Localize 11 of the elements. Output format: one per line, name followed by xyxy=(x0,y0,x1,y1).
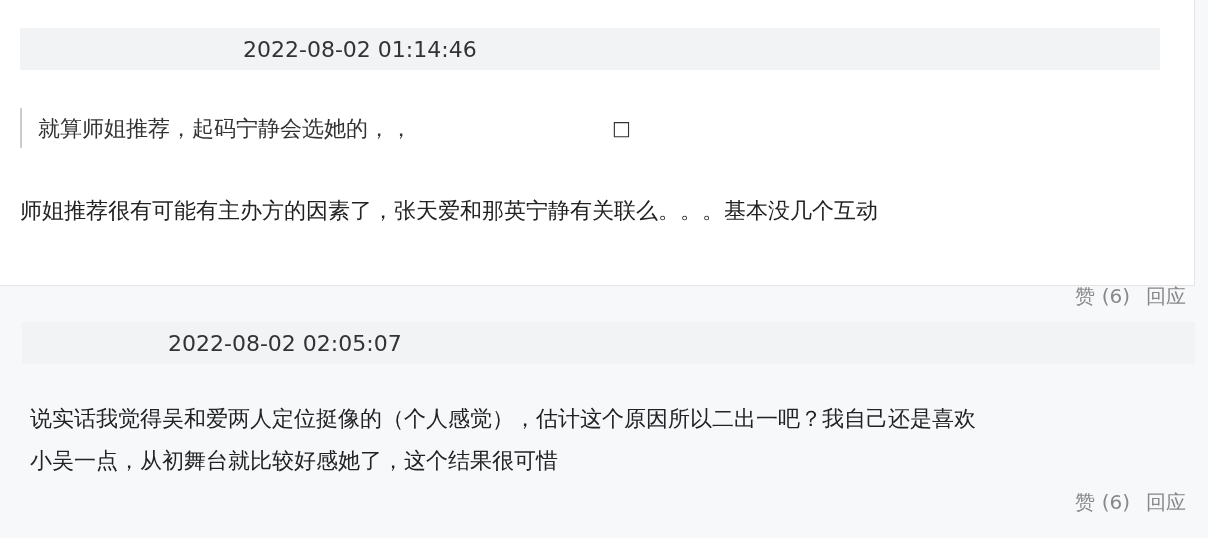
comment-text: 师姐推荐很有可能有主办方的因素了，张天爱和那英宁静有关联么。。。基本没几个互动 xyxy=(20,197,878,225)
quote-text: 就算师姐推荐，起码宁静会选她的，， xyxy=(38,114,412,143)
comment-text: 说实话我觉得吴和爱两人定位挺像的（个人感觉），估计这个原因所以二出一吧？我自己还是喜欢 xyxy=(30,405,976,433)
reply-link[interactable]: 回应 xyxy=(1146,492,1186,512)
like-link[interactable]: 赞 (6) xyxy=(1075,492,1130,512)
timestamp: 2022-08-02 02:05:07 xyxy=(168,329,402,358)
timestamp: 2022-08-02 01:14:46 xyxy=(243,35,477,64)
reply-link[interactable]: 回应 xyxy=(1146,286,1186,306)
comment-text: 小吴一点，从初舞台就比较好感她了，这个结果很可惜 xyxy=(30,447,558,475)
placeholder-glyph: □ xyxy=(612,115,631,142)
like-link[interactable]: 赞 (6) xyxy=(1075,286,1130,306)
